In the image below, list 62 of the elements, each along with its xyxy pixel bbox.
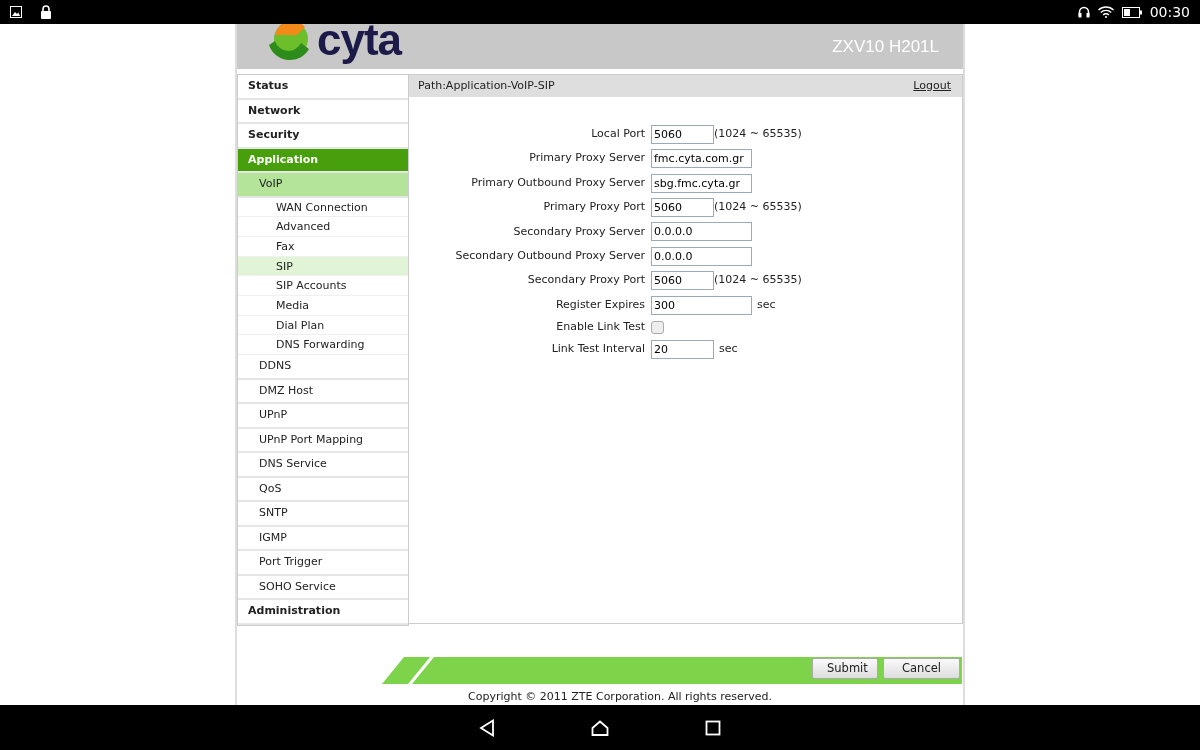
home-icon[interactable]	[591, 719, 609, 736]
menu-item[interactable]: Administration	[238, 600, 408, 625]
menu-item[interactable]: Status	[238, 75, 408, 100]
logout-link[interactable]: Logout	[913, 77, 951, 95]
submit-button[interactable]: Submit	[812, 658, 878, 680]
headphones-icon	[1077, 6, 1090, 18]
input-field[interactable]: sbg.fmc.cyta.gr	[651, 173, 752, 193]
lock-icon	[40, 5, 52, 19]
input-field[interactable]: 5060	[651, 271, 714, 291]
menu-item[interactable]: DDNS	[238, 355, 408, 380]
unit-label: sec	[757, 296, 776, 313]
menu-item[interactable]: Media	[238, 296, 408, 316]
range-hint: (1024 ~ 65535)	[714, 272, 802, 289]
menu-item[interactable]: Fax	[238, 236, 408, 257]
menu-item[interactable]: SOHO Service	[238, 575, 408, 601]
menu-item[interactable]: DMZ Host	[238, 379, 408, 405]
menu-item[interactable]: UPnP Port Mapping	[238, 428, 408, 454]
menu-item[interactable]: Dial Plan	[238, 315, 408, 336]
back-icon[interactable]	[479, 718, 495, 737]
field-label: Secondary Outbound Proxy Server	[455, 249, 645, 262]
field-label: Primary Outbound Proxy Server	[471, 175, 645, 189]
field-label: Register Expires	[555, 297, 645, 311]
menu-item[interactable]: SNTP	[238, 502, 408, 527]
menu-item[interactable]: SIP Accounts	[238, 276, 408, 297]
input-field[interactable]: 0.0.0.0	[651, 222, 752, 242]
cancel-button[interactable]: Cancel	[883, 658, 960, 680]
menu-item[interactable]: DNS Forwarding	[238, 335, 408, 356]
field-label: Enable Link Test	[556, 319, 645, 333]
menu-item[interactable]: Advanced	[238, 217, 408, 237]
input-field[interactable]: 5060	[651, 197, 714, 217]
breadcrumb-path: Path:Application-VoIP-SIP	[418, 77, 555, 94]
field-label: Secondary Proxy Server	[513, 224, 645, 238]
field-label: Local Port	[591, 127, 645, 141]
input-field[interactable]: 5060	[651, 124, 714, 144]
logo-text: cyta	[317, 24, 402, 62]
wifi-icon	[1097, 6, 1114, 18]
range-hint: (1024 ~ 65535)	[714, 199, 802, 216]
field-label: Link Test Interval	[551, 342, 645, 356]
input-field[interactable]: 20	[651, 339, 714, 359]
menu-item[interactable]: WAN Connection	[238, 197, 408, 218]
menu-item[interactable]: VoIP	[238, 173, 408, 198]
clock-time: 00:30	[1149, 2, 1190, 22]
field-label: Secondary Proxy Port	[527, 273, 645, 287]
copyright-text: Copyright © 2011 ZTE Corporation. All rights reserved.	[468, 689, 772, 703]
range-hint: (1024 ~ 65535)	[714, 126, 802, 143]
unit-label: sec	[719, 341, 738, 358]
field-label: Primary Proxy Port	[543, 200, 645, 214]
image-icon	[10, 6, 22, 18]
field-label: Primary Proxy Server	[529, 151, 645, 165]
menu-item[interactable]: IGMP	[238, 526, 408, 552]
input-field[interactable]: 0.0.0.0	[651, 246, 752, 266]
menu-item[interactable]: DNS Service	[238, 453, 408, 478]
menu-item[interactable]: Network	[238, 99, 408, 125]
input-field[interactable]: fmc.cyta.com.gr	[651, 149, 752, 169]
checkbox[interactable]	[651, 320, 664, 334]
menu-item[interactable]: SIP	[238, 256, 408, 277]
menu-item[interactable]: QoS	[238, 477, 408, 503]
input-field[interactable]: 300	[651, 295, 752, 315]
menu-item[interactable]: UPnP	[238, 404, 408, 429]
menu-item[interactable]: Port Trigger	[238, 551, 408, 576]
recents-icon[interactable]	[705, 719, 721, 736]
battery-icon	[1121, 6, 1142, 18]
